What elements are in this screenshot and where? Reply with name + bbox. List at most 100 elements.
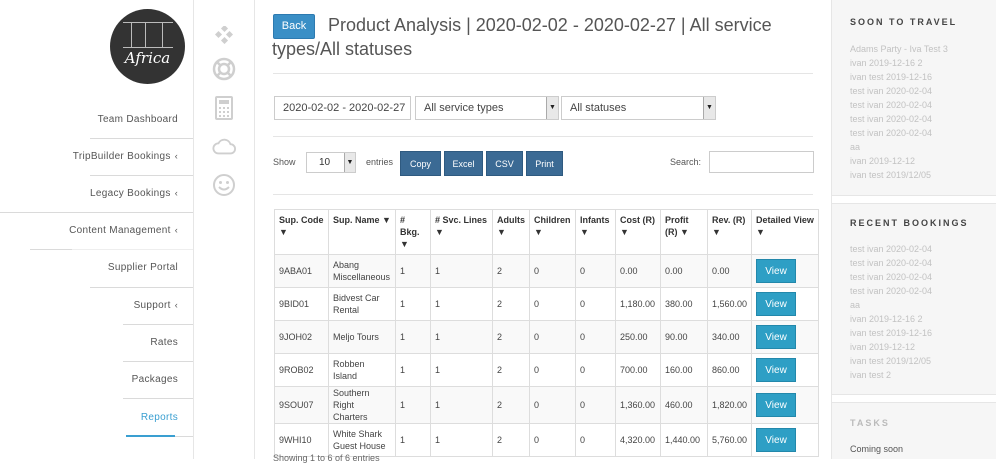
cell-svc-lines: 1 [430,287,493,321]
cell-infants: 0 [575,353,616,387]
cell-sup-name: Abang Miscellaneous [328,254,396,288]
csv-button[interactable]: CSV [486,151,523,176]
cell-adults: 2 [492,287,530,321]
col-children[interactable]: Children ▼ [529,209,576,255]
cell-detailed-view: View [751,287,819,321]
excel-button[interactable]: Excel [444,151,483,176]
lifebuoy-icon[interactable] [212,57,236,81]
recent-item[interactable]: ivan test 2 [850,370,891,380]
recent-item[interactable]: test ivan 2020-02-04 [850,272,932,282]
col-sup-name[interactable]: Sup. Name ▼ [328,209,396,255]
cell-detailed-view: View [751,254,819,288]
cell-profit: 380.00 [660,287,708,321]
dropdown-arrow-icon[interactable]: ▼ [703,97,715,119]
cell-sup-code: 9JOH02 [274,320,329,354]
cell-sup-code: 9WHI10 [274,423,329,457]
smiley-icon[interactable] [212,173,236,197]
col-adults[interactable]: Adults ▼ [492,209,530,255]
table-info: Showing 1 to 6 of 6 entries [273,453,380,463]
logo-mark [123,22,173,48]
puzzle-icon[interactable] [212,23,236,47]
recent-item[interactable]: test ivan 2020-02-04 [850,258,932,268]
nav-support[interactable]: Support ‹ [0,287,193,324]
view-button[interactable]: View [756,259,797,283]
cell-cost: 1,180.00 [615,287,661,321]
status-select[interactable]: All statuses ▼ [561,96,716,120]
soon-item[interactable]: aa [850,142,860,152]
view-button[interactable]: View [756,358,797,382]
dropdown-arrow-icon[interactable]: ▼ [546,97,558,119]
recent-item[interactable]: ivan 2019-12-16 2 [850,314,923,324]
cell-revenue: 860.00 [706,353,753,387]
soon-item[interactable]: ivan test 2019-12-16 [850,72,932,82]
table-row: 9ABA01 Abang Miscellaneous 1 1 2 0 0 0.0… [274,254,819,288]
view-button[interactable]: View [756,393,797,417]
cell-children: 0 [529,423,576,457]
dropdown-arrow-icon[interactable]: ▼ [344,153,355,172]
col-svc-lines[interactable]: # Svc. Lines ▼ [430,209,493,255]
recent-item[interactable]: ivan test 2019-12-16 [850,328,932,338]
soon-item[interactable]: ivan 2019-12-12 [850,156,915,166]
table-header-row: Sup. Code ▼ Sup. Name ▼ # Bkg. ▼ # Svc. … [274,209,819,255]
col-sup-code[interactable]: Sup. Code ▼ [274,209,329,255]
cell-profit: 460.00 [660,386,708,424]
col-infants[interactable]: Infants ▼ [575,209,616,255]
icon-rail [194,0,255,459]
service-type-value: All service types [424,102,504,114]
nav-supplier-portal[interactable]: Supplier Portal [0,249,193,286]
brand-logo[interactable]: Africa [110,9,185,84]
logo-text: Africa [124,49,171,67]
divider [273,73,813,74]
recent-item[interactable]: ivan 2019-12-12 [850,342,915,352]
soon-item[interactable]: test ivan 2020-02-04 [850,100,932,110]
cell-revenue: 340.00 [706,320,753,354]
back-button[interactable]: Back [273,14,315,39]
col-bookings[interactable]: # Bkg. ▼ [395,209,431,255]
date-range-input[interactable]: 2020-02-02 - 2020-02-27 [274,96,411,120]
product-analysis-table: Sup. Code ▼ Sup. Name ▼ # Bkg. ▼ # Svc. … [274,209,819,457]
nav-team-dashboard[interactable]: Team Dashboard [0,101,193,138]
cell-svc-lines: 1 [430,353,493,387]
recent-item[interactable]: aa [850,300,860,310]
col-detailed-view[interactable]: Detailed View ▼ [751,209,819,255]
cell-bookings: 1 [395,254,431,288]
view-button[interactable]: View [756,292,797,316]
service-type-select[interactable]: All service types ▼ [415,96,559,120]
divider [273,136,813,137]
soon-item[interactable]: test ivan 2020-02-04 [850,86,932,96]
status-value: All statuses [570,102,627,114]
cell-sup-code: 9BID01 [274,287,329,321]
recent-item[interactable]: test ivan 2020-02-04 [850,286,932,296]
cloud-icon[interactable] [212,135,236,159]
cell-sup-name: Southern Right Charters [328,386,396,424]
col-profit[interactable]: Profit (R) ▼ [660,209,708,255]
calculator-icon[interactable] [212,96,236,120]
view-button[interactable]: View [756,428,797,452]
recent-item[interactable]: ivan test 2019/12/05 [850,356,931,366]
soon-item[interactable]: ivan test 2019/12/05 [850,170,931,180]
entries-select[interactable]: 10 ▼ [306,152,356,173]
col-revenue[interactable]: Rev. (R) ▼ [706,209,753,255]
nav-rates[interactable]: Rates [0,324,193,361]
search-input[interactable] [709,151,814,173]
soon-item[interactable]: test ivan 2020-02-04 [850,114,932,124]
view-button[interactable]: View [756,325,797,349]
nav-reports[interactable]: Reports [0,399,193,436]
cell-svc-lines: 1 [430,423,493,457]
cell-infants: 0 [575,320,616,354]
nav-content-management[interactable]: Content Management ‹ [0,212,193,249]
nav-tripbuilder-bookings[interactable]: TripBuilder Bookings ‹ [0,138,193,175]
copy-button[interactable]: Copy [400,151,441,176]
cell-bookings: 1 [395,386,431,424]
print-button[interactable]: Print [526,151,563,176]
nav-packages[interactable]: Packages [0,361,193,398]
soon-item[interactable]: Adams Party - Iva Test 3 [850,44,948,54]
soon-item[interactable]: test ivan 2020-02-04 [850,128,932,138]
col-cost[interactable]: Cost (R) ▼ [615,209,661,255]
soon-item[interactable]: ivan 2019-12-16 2 [850,58,923,68]
cell-sup-name: Bidvest Car Rental [328,287,396,321]
recent-item[interactable]: test ivan 2020-02-04 [850,244,932,254]
section-divider [832,394,996,403]
nav-legacy-bookings[interactable]: Legacy Bookings ‹ [0,175,193,212]
nav-label: Packages [131,374,178,385]
